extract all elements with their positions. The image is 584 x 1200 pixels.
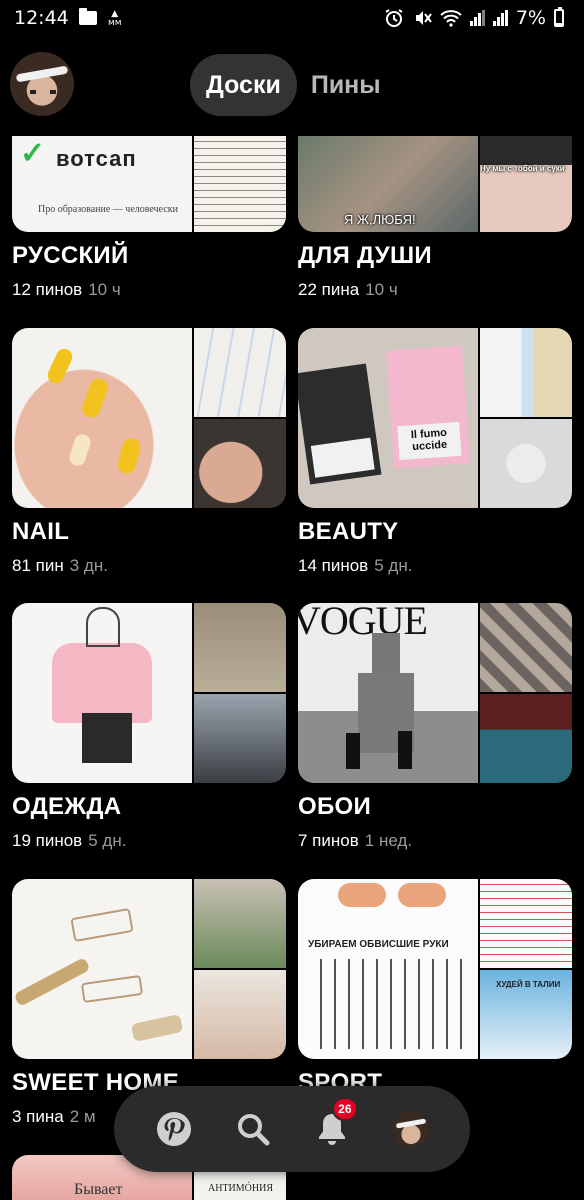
mm-icon: ▲ мм bbox=[107, 9, 122, 28]
wifi-icon bbox=[440, 10, 462, 27]
cover-caption-2: ХУДЕЙ В ТАЛИИ bbox=[496, 980, 561, 989]
mute-icon bbox=[415, 11, 432, 25]
board-cover bbox=[12, 879, 286, 1059]
check-icon: ✓ bbox=[20, 137, 46, 170]
nav-profile[interactable] bbox=[385, 1103, 437, 1155]
signal-icon bbox=[492, 10, 508, 26]
board-pin-count: 81 пин bbox=[12, 556, 64, 575]
board-meta: 81 пин 3 дн. bbox=[12, 556, 286, 576]
board-pin-count: 14 пинов bbox=[298, 556, 369, 575]
notification-badge: 26 bbox=[332, 1097, 358, 1121]
status-time: 12:44 bbox=[14, 7, 69, 29]
board-meta: 12 пинов 10 ч bbox=[12, 280, 286, 300]
board-pin-count: 7 пинов bbox=[298, 831, 359, 850]
board-card[interactable]: Il fumo uccide BEAUTY 14 пинов 5 дн. bbox=[298, 328, 572, 576]
board-title: NAIL bbox=[12, 518, 70, 545]
board-card[interactable]: Я Ж,ЛЮБЯ! Ну мы с тобой и суки ДЛЯ ДУШИ … bbox=[298, 136, 572, 300]
board-card[interactable]: VOGUE ОБОИ 7 пинов 1 нед. bbox=[298, 603, 572, 851]
battery-percent: 7% bbox=[515, 7, 546, 29]
board-pin-count: 22 пина bbox=[298, 280, 360, 299]
profile-avatar bbox=[392, 1111, 429, 1147]
tab-bar: Доски Пины bbox=[190, 54, 397, 116]
board-cover: Я Ж,ЛЮБЯ! Ну мы с тобой и суки bbox=[298, 136, 572, 232]
board-pin-count: 19 пинов bbox=[12, 831, 83, 850]
board-age: 10 ч bbox=[365, 280, 398, 299]
tab-boards[interactable]: Доски bbox=[190, 54, 297, 116]
board-meta: 19 пинов 5 дн. bbox=[12, 831, 286, 851]
alarm-icon bbox=[385, 9, 403, 27]
board-card[interactable]: ОДЕЖДА 19 пинов 5 дн. bbox=[12, 603, 286, 851]
board-cover: УБИРАЕМ ОБВИСШИЕ РУКИ ХУДЕЙ В ТАЛИИ bbox=[298, 879, 572, 1059]
board-meta: 22 пина 10 ч bbox=[298, 280, 572, 300]
board-cover bbox=[12, 603, 286, 783]
board-age: 1 нед. bbox=[364, 831, 413, 850]
nav-home[interactable] bbox=[148, 1103, 200, 1155]
nav-search[interactable] bbox=[227, 1103, 279, 1155]
bottom-nav: 26 bbox=[114, 1086, 470, 1172]
signal-icon bbox=[469, 10, 485, 26]
profile-avatar[interactable] bbox=[10, 52, 74, 116]
board-meta: 14 пинов 5 дн. bbox=[298, 556, 572, 576]
board-age: 2 м bbox=[69, 1107, 96, 1126]
cover-caption-2: Ну мы с тобой и суки bbox=[480, 164, 565, 173]
board-meta: 7 пинов 1 нед. bbox=[298, 831, 572, 851]
board-age: 5 дн. bbox=[374, 556, 413, 575]
board-cover bbox=[12, 328, 286, 508]
board-title: ДЛЯ ДУШИ bbox=[298, 242, 432, 269]
board-title: ОБОИ bbox=[298, 793, 372, 820]
cover-caption: УБИРАЕМ ОБВИСШИЕ РУКИ bbox=[308, 939, 449, 950]
board-title: ОДЕЖДА bbox=[12, 793, 122, 820]
board-pin-count: 3 пина bbox=[12, 1107, 64, 1126]
board-pin-count: 12 пинов bbox=[12, 280, 83, 299]
cover-caption: Я Ж,ЛЮБЯ! bbox=[344, 212, 416, 227]
folder-icon bbox=[78, 8, 97, 25]
board-cover: VOGUE bbox=[298, 603, 572, 783]
board-cover: Il fumo uccide bbox=[298, 328, 572, 508]
cover-caption: Il fumo uccide bbox=[397, 421, 462, 461]
cover-caption-2: АНТИМÓНИЯ bbox=[208, 1183, 273, 1194]
search-icon bbox=[237, 1114, 269, 1146]
board-card[interactable]: NAIL 81 пин 3 дн. bbox=[12, 328, 286, 576]
tab-pins[interactable]: Пины bbox=[303, 54, 397, 116]
battery-icon bbox=[554, 7, 564, 27]
cover-caption: VOGUE bbox=[298, 603, 428, 643]
board-age: 10 ч bbox=[88, 280, 121, 299]
board-title: BEAUTY bbox=[298, 518, 399, 545]
cover-caption: Бывает bbox=[74, 1181, 123, 1198]
cover-text: вотсап bbox=[56, 146, 137, 171]
header: Доски Пины bbox=[0, 44, 584, 132]
board-age: 5 дн. bbox=[88, 831, 127, 850]
pinterest-icon bbox=[156, 1112, 191, 1146]
status-bar: 12:44 ▲ мм 7% bbox=[0, 0, 584, 36]
board-age: 3 дн. bbox=[69, 556, 108, 575]
nav-notifications[interactable]: 26 bbox=[306, 1097, 358, 1155]
board-card[interactable]: ✓ вотсап Про образование — человечески Р… bbox=[12, 136, 286, 300]
board-title: РУССКИЙ bbox=[12, 242, 129, 269]
board-cover: ✓ вотсап Про образование — человечески bbox=[12, 136, 286, 232]
cover-subtext: Про образование — человечески bbox=[38, 204, 178, 215]
